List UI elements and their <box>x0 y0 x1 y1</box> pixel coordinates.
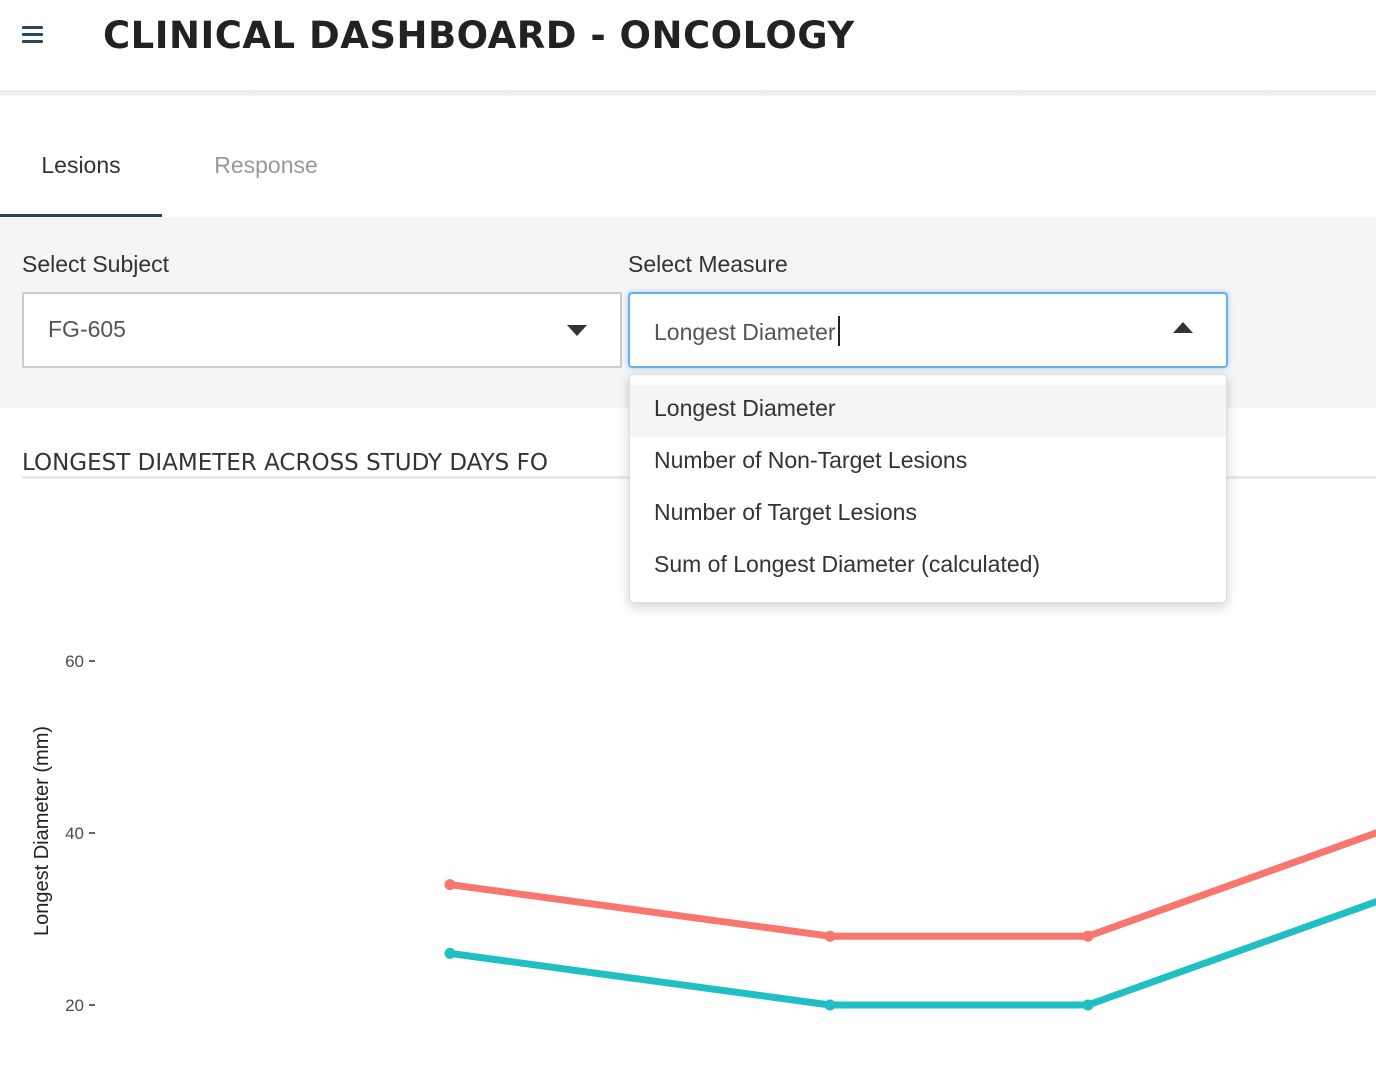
series-2-point <box>824 999 836 1011</box>
chevron-up-icon <box>1173 322 1193 333</box>
chevron-down-icon <box>567 325 587 336</box>
y-tick-label: 40 <box>65 824 84 843</box>
chart-title: LONGEST DIAMETER ACROSS STUDY DAYS FO <box>22 450 548 476</box>
text-cursor <box>837 316 840 346</box>
measure-select-value: Longest Diameter <box>654 319 836 345</box>
series-1-point <box>444 879 456 891</box>
tab-lesions[interactable]: Lesions <box>0 118 162 218</box>
y-axis-label: Longest Diameter (mm) <box>31 726 53 936</box>
measure-select-input-wrap: Longest Diameter <box>654 316 840 346</box>
y-tick-label: 60 <box>65 652 84 671</box>
dropdown-option-longest-diameter[interactable]: Longest Diameter <box>630 385 1226 437</box>
measure-select[interactable]: Longest Diameter <box>628 292 1228 368</box>
tab-bar: Lesions Response <box>0 118 1376 218</box>
app-header: CLINICAL DASHBOARD - ONCOLOGY <box>0 0 1376 90</box>
subject-select-value: FG-605 <box>48 316 126 342</box>
y-axis-ticks: 20 40 60 <box>65 652 95 1015</box>
subject-select[interactable]: FG-605 <box>22 292 622 368</box>
series-line-2 <box>449 898 1376 1009</box>
select-measure-label: Select Measure <box>628 251 788 277</box>
y-tick-label: 20 <box>65 996 84 1015</box>
measure-dropdown-menu: Longest Diameter Number of Non-Target Le… <box>629 374 1227 603</box>
dropdown-option-sum-longest-diameter[interactable]: Sum of Longest Diameter (calculated) <box>630 541 1226 593</box>
page-title: CLINICAL DASHBOARD - ONCOLOGY <box>103 14 855 57</box>
chart-series <box>444 829 1376 1011</box>
series-2-point <box>1082 999 1094 1011</box>
select-subject-label: Select Subject <box>22 251 170 277</box>
series-2-point <box>444 947 456 959</box>
dropdown-option-target-lesions[interactable]: Number of Target Lesions <box>630 489 1226 541</box>
header-divider <box>0 90 1376 96</box>
series-1-point <box>1082 930 1094 942</box>
series-1-point <box>824 930 836 942</box>
hamburger-menu-icon[interactable] <box>22 24 44 46</box>
tab-response[interactable]: Response <box>162 118 370 218</box>
series-line-1 <box>449 829 1376 940</box>
dropdown-option-non-target-lesions[interactable]: Number of Non-Target Lesions <box>630 437 1226 489</box>
